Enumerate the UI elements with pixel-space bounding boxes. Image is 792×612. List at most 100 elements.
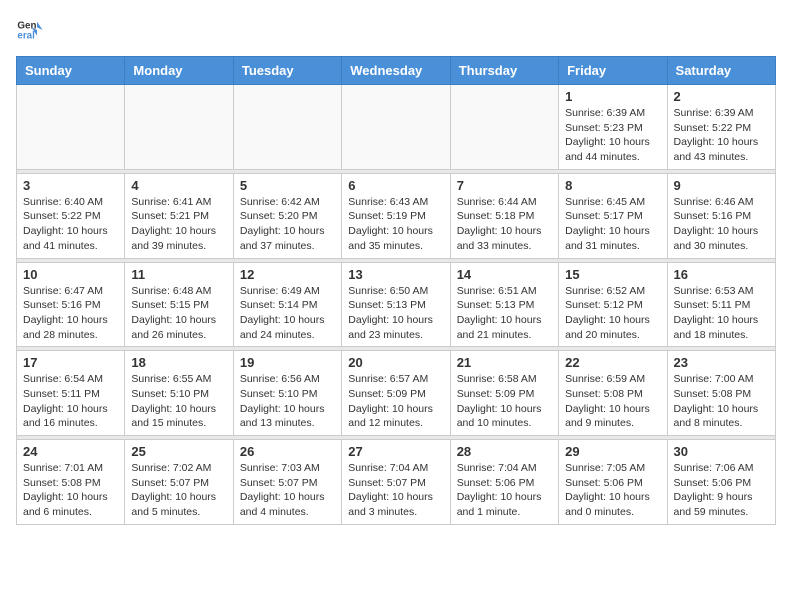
calendar-week-row: 17Sunrise: 6:54 AM Sunset: 5:11 PM Dayli… (17, 351, 776, 436)
calendar-day-cell: 22 Sunrise: 6:59 AM Sunset: 5:08 PM Dayli… (559, 351, 667, 436)
calendar-day-cell: 19 Sunrise: 6:56 AM Sunset: 5:10 PM Dayli… (233, 351, 341, 436)
calendar-week-row: 24 Sunrise: 7:01 AM Sunset: 5:08 PM Dayli… (17, 440, 776, 525)
day-number: 15 (565, 267, 660, 282)
calendar-day-cell (450, 85, 558, 170)
day-number: 3 (23, 178, 118, 193)
calendar-day-cell (17, 85, 125, 170)
day-info: Sunrise: 6:44 AM Sunset: 5:18 PM Dayligh… (457, 195, 552, 254)
day-number: 9 (674, 178, 769, 193)
day-number: 22 (565, 355, 660, 370)
calendar-day-cell: 30 Sunrise: 7:06 AM Sunset: 5:06 PM Dayli… (667, 440, 775, 525)
day-info: Sunrise: 7:04 AM Sunset: 5:07 PM Dayligh… (348, 461, 443, 520)
day-number: 20 (348, 355, 443, 370)
calendar-day-cell: 15 Sunrise: 6:52 AM Sunset: 5:12 PM Dayli… (559, 262, 667, 347)
calendar-week-row: 3 Sunrise: 6:40 AM Sunset: 5:22 PM Daylig… (17, 173, 776, 258)
day-number: 23 (674, 355, 769, 370)
calendar-day-cell: 23 Sunrise: 7:00 AM Sunset: 5:08 PM Dayli… (667, 351, 775, 436)
day-info: Sunrise: 6:51 AM Sunset: 5:13 PM Dayligh… (457, 284, 552, 343)
day-number: 24 (23, 444, 118, 459)
day-number: 16 (674, 267, 769, 282)
day-number: 26 (240, 444, 335, 459)
day-number: 10 (23, 267, 118, 282)
day-number: 11 (131, 267, 226, 282)
day-number: 6 (348, 178, 443, 193)
calendar-day-cell: 14 Sunrise: 6:51 AM Sunset: 5:13 PM Dayli… (450, 262, 558, 347)
day-info: Sunrise: 7:02 AM Sunset: 5:07 PM Dayligh… (131, 461, 226, 520)
calendar-day-cell: 2Sunrise: 6:39 AM Sunset: 5:22 PM Daylig… (667, 85, 775, 170)
calendar-day-cell: 24 Sunrise: 7:01 AM Sunset: 5:08 PM Dayli… (17, 440, 125, 525)
day-info: Sunrise: 6:59 AM Sunset: 5:08 PM Dayligh… (565, 372, 660, 431)
calendar-day-cell: 12 Sunrise: 6:49 AM Sunset: 5:14 PM Dayli… (233, 262, 341, 347)
calendar-day-cell: 27 Sunrise: 7:04 AM Sunset: 5:07 PM Dayli… (342, 440, 450, 525)
calendar-day-cell: 28Sunrise: 7:04 AM Sunset: 5:06 PM Dayli… (450, 440, 558, 525)
day-of-week-header: Thursday (450, 57, 558, 85)
day-info: Sunrise: 6:40 AM Sunset: 5:22 PM Dayligh… (23, 195, 118, 254)
calendar-day-cell: 16Sunrise: 6:53 AM Sunset: 5:11 PM Dayli… (667, 262, 775, 347)
day-number: 12 (240, 267, 335, 282)
day-info: Sunrise: 6:50 AM Sunset: 5:13 PM Dayligh… (348, 284, 443, 343)
day-info: Sunrise: 7:00 AM Sunset: 5:08 PM Dayligh… (674, 372, 769, 431)
day-info: Sunrise: 6:55 AM Sunset: 5:10 PM Dayligh… (131, 372, 226, 431)
calendar-day-cell (342, 85, 450, 170)
day-number: 30 (674, 444, 769, 459)
day-info: Sunrise: 6:43 AM Sunset: 5:19 PM Dayligh… (348, 195, 443, 254)
calendar-day-cell: 11 Sunrise: 6:48 AM Sunset: 5:15 PM Dayli… (125, 262, 233, 347)
calendar-day-cell (233, 85, 341, 170)
calendar-day-cell: 26Sunrise: 7:03 AM Sunset: 5:07 PM Dayli… (233, 440, 341, 525)
day-number: 28 (457, 444, 552, 459)
calendar-day-cell: 3 Sunrise: 6:40 AM Sunset: 5:22 PM Daylig… (17, 173, 125, 258)
day-of-week-header: Friday (559, 57, 667, 85)
calendar-week-row: 10Sunrise: 6:47 AM Sunset: 5:16 PM Dayli… (17, 262, 776, 347)
day-of-week-header: Tuesday (233, 57, 341, 85)
day-info: Sunrise: 6:39 AM Sunset: 5:23 PM Dayligh… (565, 106, 660, 165)
day-number: 5 (240, 178, 335, 193)
day-info: Sunrise: 6:57 AM Sunset: 5:09 PM Dayligh… (348, 372, 443, 431)
day-number: 21 (457, 355, 552, 370)
calendar-day-cell: 10Sunrise: 6:47 AM Sunset: 5:16 PM Dayli… (17, 262, 125, 347)
calendar-day-cell: 21Sunrise: 6:58 AM Sunset: 5:09 PM Dayli… (450, 351, 558, 436)
logo-icon: Gen eral (16, 16, 44, 44)
day-of-week-header: Sunday (17, 57, 125, 85)
day-number: 27 (348, 444, 443, 459)
calendar-day-cell: 6 Sunrise: 6:43 AM Sunset: 5:19 PM Daylig… (342, 173, 450, 258)
day-info: Sunrise: 6:42 AM Sunset: 5:20 PM Dayligh… (240, 195, 335, 254)
day-number: 13 (348, 267, 443, 282)
calendar-day-cell: 25 Sunrise: 7:02 AM Sunset: 5:07 PM Dayli… (125, 440, 233, 525)
calendar-day-cell: 7 Sunrise: 6:44 AM Sunset: 5:18 PM Daylig… (450, 173, 558, 258)
calendar-day-cell: 29Sunrise: 7:05 AM Sunset: 5:06 PM Dayli… (559, 440, 667, 525)
day-of-week-header: Wednesday (342, 57, 450, 85)
calendar-day-cell: 9 Sunrise: 6:46 AM Sunset: 5:16 PM Daylig… (667, 173, 775, 258)
calendar-day-cell: 18 Sunrise: 6:55 AM Sunset: 5:10 PM Dayli… (125, 351, 233, 436)
day-info: Sunrise: 7:01 AM Sunset: 5:08 PM Dayligh… (23, 461, 118, 520)
calendar-day-cell (125, 85, 233, 170)
day-number: 18 (131, 355, 226, 370)
day-info: Sunrise: 6:46 AM Sunset: 5:16 PM Dayligh… (674, 195, 769, 254)
day-number: 7 (457, 178, 552, 193)
day-info: Sunrise: 6:45 AM Sunset: 5:17 PM Dayligh… (565, 195, 660, 254)
calendar-day-cell: 17Sunrise: 6:54 AM Sunset: 5:11 PM Dayli… (17, 351, 125, 436)
calendar-day-cell: 1Sunrise: 6:39 AM Sunset: 5:23 PM Daylig… (559, 85, 667, 170)
day-info: Sunrise: 6:49 AM Sunset: 5:14 PM Dayligh… (240, 284, 335, 343)
day-number: 17 (23, 355, 118, 370)
day-number: 2 (674, 89, 769, 104)
day-info: Sunrise: 7:06 AM Sunset: 5:06 PM Dayligh… (674, 461, 769, 520)
day-info: Sunrise: 7:05 AM Sunset: 5:06 PM Dayligh… (565, 461, 660, 520)
calendar-header: SundayMondayTuesdayWednesdayThursdayFrid… (17, 57, 776, 85)
svg-text:eral: eral (17, 30, 35, 41)
calendar-day-cell: 13 Sunrise: 6:50 AM Sunset: 5:13 PM Dayli… (342, 262, 450, 347)
calendar: SundayMondayTuesdayWednesdayThursdayFrid… (16, 56, 776, 525)
day-info: Sunrise: 6:56 AM Sunset: 5:10 PM Dayligh… (240, 372, 335, 431)
calendar-day-cell: 20 Sunrise: 6:57 AM Sunset: 5:09 PM Dayli… (342, 351, 450, 436)
day-info: Sunrise: 6:52 AM Sunset: 5:12 PM Dayligh… (565, 284, 660, 343)
logo: Gen eral (16, 16, 48, 44)
day-number: 4 (131, 178, 226, 193)
page-header: Gen eral (16, 16, 776, 44)
day-number: 25 (131, 444, 226, 459)
calendar-week-row: 1Sunrise: 6:39 AM Sunset: 5:23 PM Daylig… (17, 85, 776, 170)
day-info: Sunrise: 6:48 AM Sunset: 5:15 PM Dayligh… (131, 284, 226, 343)
day-number: 19 (240, 355, 335, 370)
day-of-week-header: Saturday (667, 57, 775, 85)
day-number: 14 (457, 267, 552, 282)
day-of-week-header: Monday (125, 57, 233, 85)
day-number: 8 (565, 178, 660, 193)
